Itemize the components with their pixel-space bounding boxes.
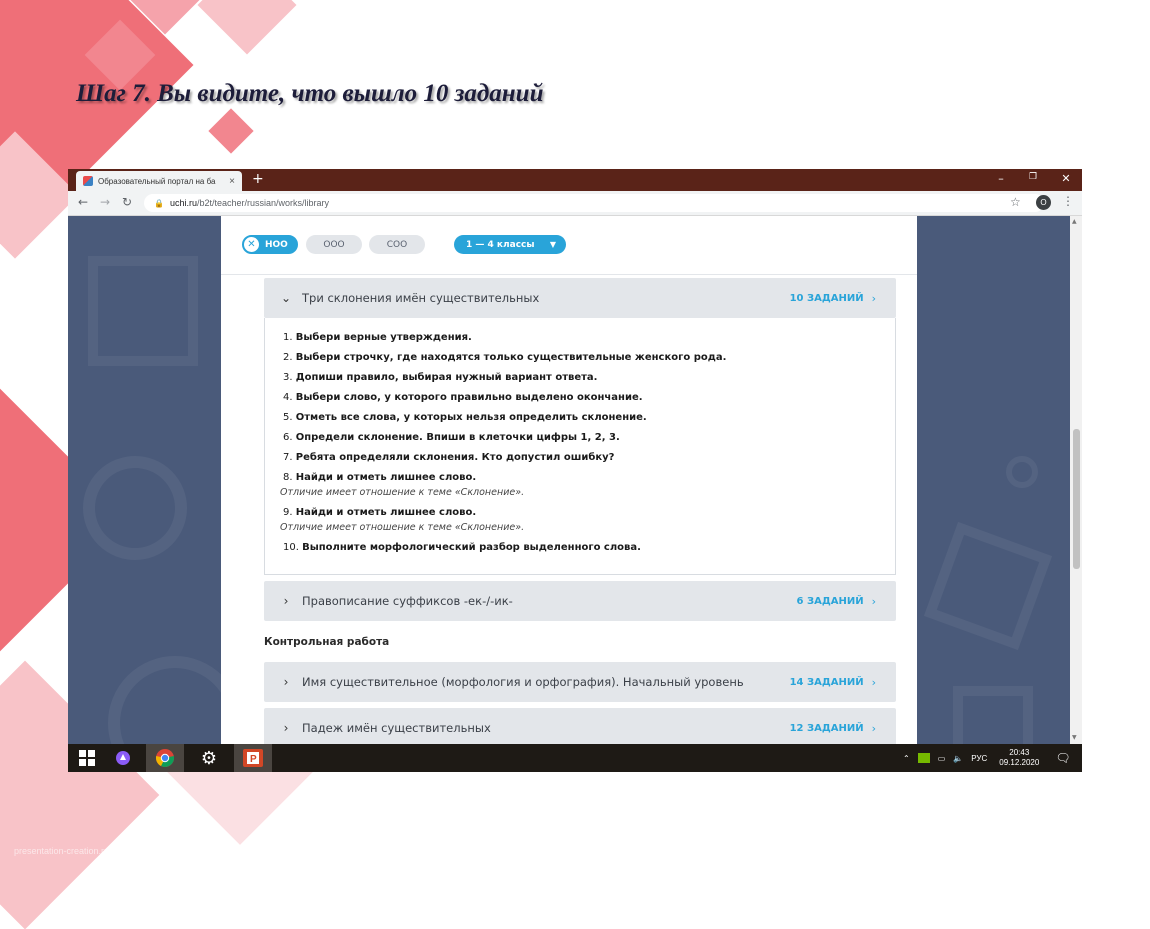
chevron-down-icon: ⌄ (280, 291, 292, 305)
system-tray: ⌃ ▭ 🔈 РУС 20:43 09.12.2020 🗨 (903, 744, 1071, 772)
favicon-icon (83, 176, 93, 186)
topic-header[interactable]: › Имя существительное (морфология и орфо… (264, 662, 896, 702)
filter-chip-soo[interactable]: СОО (369, 235, 425, 254)
chip-label: НОО (265, 239, 288, 250)
library-page: ✕ НОО ООО СОО 1 — 4 классы ▼ ⌄ Три склон… (221, 216, 917, 744)
clock[interactable]: 20:43 09.12.2020 (999, 748, 1039, 768)
minimize-icon[interactable]: – (991, 172, 1011, 185)
network-icon[interactable]: ▭ (938, 754, 946, 763)
topic-task-count: 6 ЗАДАНИЙ (796, 595, 864, 607)
topic-title: Три склонения имён существительных (302, 291, 540, 305)
bookmark-star-icon[interactable]: ☆ (1010, 195, 1021, 209)
clock-time: 20:43 (1009, 748, 1030, 757)
language-indicator[interactable]: РУС (971, 754, 987, 763)
decor-square (953, 686, 1033, 744)
topic-task-count: 14 ЗАДАНИЙ (789, 676, 864, 688)
scroll-down-icon[interactable]: ▼ (1072, 734, 1077, 741)
decor-diamond (197, 0, 297, 55)
list-item[interactable]: 9. Найди и отметь лишнее слово. Отличие и… (280, 507, 525, 534)
svg-text:P: P (250, 754, 257, 765)
filter-bar: ✕ НОО ООО СОО 1 — 4 классы ▼ (221, 216, 917, 275)
topic-title: Падеж имён существительных (302, 721, 491, 735)
topic-header-expanded[interactable]: ⌄ Три склонения имён существительных 10 … (264, 278, 896, 318)
window-close-icon[interactable]: ✕ (1056, 172, 1076, 185)
list-item[interactable]: 5. Отметь все слова, у которых нельзя оп… (283, 412, 647, 424)
topic-title: Правописание суффиксов -ек-/-ик- (302, 594, 513, 608)
assistant-icon[interactable] (108, 744, 138, 772)
page-viewport: ✕ НОО ООО СОО 1 — 4 классы ▼ ⌄ Три склон… (68, 216, 1082, 744)
list-item[interactable]: 2. Выбери строчку, где находятся только … (283, 352, 726, 364)
grade-select[interactable]: 1 — 4 классы ▼ (454, 235, 566, 254)
page-scrollbar[interactable]: ▲ ▼ (1070, 216, 1082, 744)
reload-icon[interactable]: ↻ (122, 195, 132, 209)
chevron-right-icon: › (871, 675, 876, 689)
url-input[interactable]: 🔒 uchi.ru /b2t/teacher/russian/works/lib… (144, 194, 1044, 212)
tab-title: Образовательный портал на ба (98, 176, 216, 186)
remove-filter-icon[interactable]: ✕ (244, 237, 259, 252)
decor-diamond (208, 108, 254, 154)
browser-menu-icon[interactable]: ⋮ (1062, 194, 1074, 208)
list-item[interactable]: 4. Выбери слово, у которого правильно вы… (283, 392, 643, 404)
volume-icon[interactable]: 🔈 (953, 754, 963, 763)
chevron-right-icon: › (871, 594, 876, 608)
browser-screenshot: Образовательный портал на ба × + – ❐ ✕ ←… (68, 169, 1082, 772)
restore-icon[interactable]: ❐ (1023, 172, 1043, 182)
list-item[interactable]: 6. Определи склонение. Впиши в клеточки … (283, 432, 620, 444)
list-item[interactable]: 1. Выбери верные утверждения. (283, 332, 472, 344)
clock-date: 09.12.2020 (999, 758, 1040, 767)
topic-task-count: 10 ЗАДАНИЙ (789, 292, 864, 304)
filter-chip-ooo[interactable]: ООО (306, 235, 362, 254)
filter-chip-noo[interactable]: ✕ НОО (242, 235, 298, 254)
section-heading: Контрольная работа (264, 636, 390, 648)
url-host: uchi.ru (169, 198, 197, 208)
decor-square (88, 256, 198, 366)
nvidia-icon[interactable] (917, 753, 930, 763)
tab-close-icon[interactable]: × (226, 176, 238, 187)
chevron-right-icon: › (283, 721, 289, 735)
decor-circle (83, 456, 187, 560)
chrome-icon[interactable] (146, 744, 184, 772)
chevron-right-icon: › (283, 594, 289, 608)
list-item[interactable]: 10. Выполните морфологический разбор выд… (283, 542, 641, 554)
list-item[interactable]: 7. Ребята определяли склонения. Кто допу… (283, 452, 614, 464)
topic-header[interactable]: › Падеж имён существительных 12 ЗАДАНИЙ … (264, 708, 896, 744)
windows-taskbar: ⚙ P ⌃ ▭ 🔈 РУС 20:43 09.12.2020 🗨 (68, 744, 1082, 772)
chevron-down-icon: ▼ (549, 240, 556, 249)
decor-circle (1006, 456, 1038, 488)
task-note: Отличие имеет отношение к теме «Склонени… (280, 487, 525, 498)
list-item[interactable]: 8. Найди и отметь лишнее слово. Отличие и… (280, 472, 525, 499)
chevron-right-icon: › (871, 721, 876, 735)
forward-icon[interactable]: → (100, 195, 110, 209)
settings-gear-icon[interactable]: ⚙ (192, 744, 226, 772)
scrollbar-thumb[interactable] (1073, 429, 1080, 569)
profile-avatar[interactable]: O (1036, 195, 1051, 210)
topic-title: Имя существительное (морфология и орфогр… (302, 675, 744, 689)
task-list: 1. Выбери верные утверждения. 2. Выбери … (264, 318, 896, 575)
notifications-icon[interactable]: 🗨 (1055, 751, 1070, 765)
lock-icon: 🔒 (154, 198, 164, 208)
new-tab-button[interactable]: + (252, 171, 264, 187)
task-note: Отличие имеет отношение к теме «Склонени… (280, 522, 525, 533)
decor-square (923, 521, 1053, 651)
url-path: /b2t/teacher/russian/works/library (196, 198, 330, 208)
topic-task-count: 12 ЗАДАНИЙ (789, 722, 864, 734)
tray-up-icon[interactable]: ⌃ (903, 754, 910, 763)
back-icon[interactable]: ← (78, 195, 88, 209)
windows-start-icon[interactable] (72, 744, 102, 772)
chevron-right-icon: › (283, 675, 289, 689)
browser-tab[interactable]: Образовательный портал на ба × (76, 171, 242, 191)
grade-select-value: 1 — 4 классы (466, 239, 535, 250)
topic-header[interactable]: › Правописание суффиксов -ек-/-ик- 6 ЗАД… (264, 581, 896, 621)
slide-title: Шаг 7. Вы видите, что вышло 10 заданий (76, 80, 544, 107)
watermark: presentation-creation.ru (14, 846, 110, 856)
chevron-right-icon: › (871, 291, 876, 305)
address-bar-row: ← → ↻ 🔒 uchi.ru /b2t/teacher/russian/wor… (68, 191, 1082, 216)
scroll-up-icon[interactable]: ▲ (1072, 218, 1077, 225)
browser-titlebar: Образовательный портал на ба × + – ❐ ✕ (68, 169, 1082, 191)
powerpoint-icon[interactable]: P (234, 744, 272, 772)
list-item[interactable]: 3. Допиши правило, выбирая нужный вариан… (283, 372, 597, 384)
